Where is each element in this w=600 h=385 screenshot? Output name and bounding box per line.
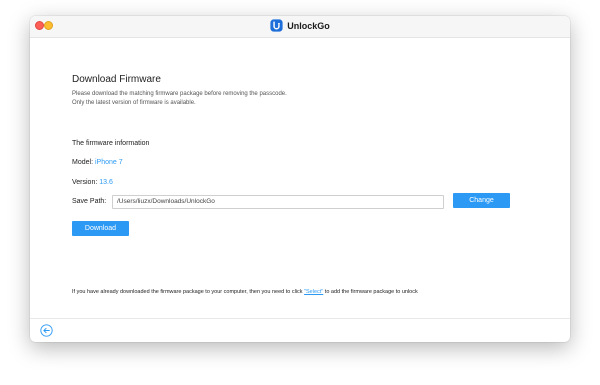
- app-window: UnlockGo Download Firmware Please downlo…: [30, 16, 570, 342]
- select-firmware-hint: If you have already downloaded the firmw…: [72, 289, 418, 295]
- model-value: iPhone 7: [94, 159, 123, 166]
- hint-text-suffix: to add the firmware package to unlock: [323, 289, 418, 295]
- app-title: UnlockGo: [30, 19, 570, 34]
- description-line-1: Please download the matching firmware pa…: [72, 91, 287, 97]
- page-description: Please download the matching firmware pa…: [72, 90, 492, 108]
- footer-divider: [30, 318, 570, 319]
- title-bar: UnlockGo: [30, 16, 570, 38]
- page-title: Download Firmware: [72, 74, 161, 85]
- download-button[interactable]: Download: [72, 221, 129, 236]
- version-value: 13.6: [99, 179, 113, 186]
- description-line-2: Only the latest version of firmware is a…: [72, 100, 196, 106]
- save-path-label: Save Path:: [72, 198, 107, 205]
- model-label: Model:: [72, 159, 94, 166]
- firmware-info-title: The firmware information: [72, 140, 150, 147]
- model-row: Model: iPhone 7: [72, 159, 123, 166]
- select-link[interactable]: "Select": [304, 289, 323, 295]
- app-title-text: UnlockGo: [287, 21, 330, 31]
- back-arrow-circle-icon[interactable]: [40, 324, 53, 337]
- change-button[interactable]: Change: [453, 193, 510, 208]
- version-row: Version: 13.6: [72, 179, 113, 186]
- version-label: Version:: [72, 179, 98, 186]
- unlockgo-logo-icon: [270, 19, 283, 32]
- hint-text-prefix: If you have already downloaded the firmw…: [72, 289, 305, 295]
- save-path-field[interactable]: /Users/liuzx/Downloads/UnlockGo: [112, 195, 444, 209]
